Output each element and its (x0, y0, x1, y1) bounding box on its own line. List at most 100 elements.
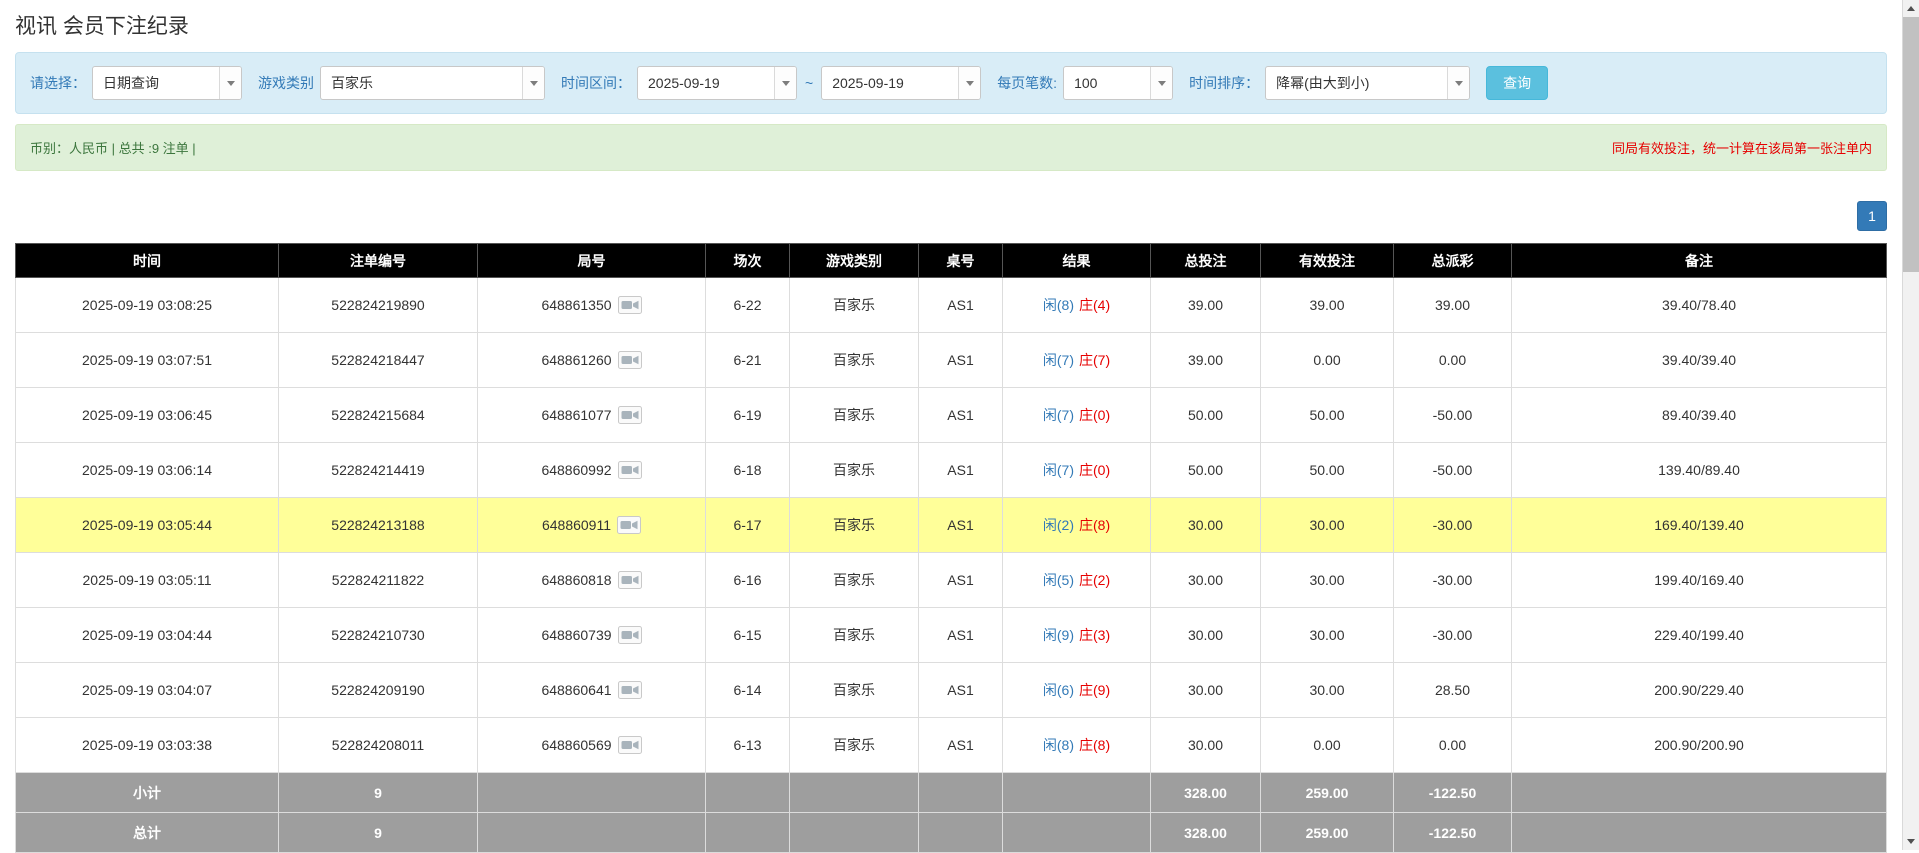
cell-valid-bet: 30.00 (1260, 662, 1394, 718)
cell-game-type: 百家乐 (789, 607, 919, 663)
cell-payout: -30.00 (1393, 607, 1512, 663)
cell-total-bet[interactable]: 39.00 (1150, 277, 1261, 333)
page-size-value[interactable]: 100 (1064, 67, 1150, 99)
cell-total-bet[interactable]: 30.00 (1150, 497, 1261, 553)
cell-round: 648861260 (477, 332, 706, 388)
cell-bet-id: 522824208011 (278, 717, 478, 773)
col-header-session: 场次 (705, 243, 790, 278)
page-size-select[interactable]: 100 (1063, 66, 1174, 100)
cell-payout: 28.50 (1393, 662, 1512, 718)
cell-note: 199.40/169.40 (1511, 552, 1887, 608)
cell-total-bet[interactable]: 50.00 (1150, 387, 1261, 443)
cell-session: 6-15 (705, 607, 790, 663)
chevron-down-icon[interactable] (958, 67, 981, 99)
cell-total-bet[interactable]: 50.00 (1150, 442, 1261, 498)
table-row: 2025-09-19 03:03:38 522824208011 6488605… (15, 717, 1887, 773)
round-number: 648861077 (541, 407, 612, 423)
cell-result: 闲(5) 庄(2) (1002, 552, 1151, 608)
chevron-down-icon[interactable] (1447, 67, 1470, 99)
cell-payout: 39.00 (1393, 277, 1512, 333)
subtotal-valid-bet: 259.00 (1260, 772, 1394, 813)
cell-payout: 0.00 (1393, 332, 1512, 388)
table-header-row: 时间 注单编号 局号 场次 游戏类别 桌号 结果 总投注 有效投注 总派彩 备注 (15, 243, 1887, 278)
scrollbar-thumb[interactable] (1903, 17, 1919, 272)
table-row: 2025-09-19 03:07:51 522824218447 6488612… (15, 332, 1887, 388)
chevron-down-icon[interactable] (1150, 67, 1173, 99)
subtotal-label: 小计 (15, 772, 279, 813)
cell-total-bet[interactable]: 30.00 (1150, 552, 1261, 608)
cell-session: 6-14 (705, 662, 790, 718)
cell-valid-bet: 30.00 (1260, 607, 1394, 663)
sort-order-select[interactable]: 降幂(由大到小) (1265, 66, 1471, 100)
video-camera-icon[interactable] (617, 736, 642, 754)
result-banker: 庄(2) (1079, 572, 1111, 588)
cell-game-type: 百家乐 (789, 332, 919, 388)
date-to-select[interactable]: 2025-09-19 (821, 66, 982, 100)
round-number: 648860992 (541, 462, 612, 478)
cell-result: 闲(9) 庄(3) (1002, 607, 1151, 663)
col-header-valid-bet: 有效投注 (1260, 243, 1394, 278)
col-header-round: 局号 (477, 243, 706, 278)
cell-round: 648860641 (477, 662, 706, 718)
video-camera-icon[interactable] (617, 461, 642, 479)
cell-total-bet[interactable]: 30.00 (1150, 717, 1261, 773)
cell-payout: -50.00 (1393, 442, 1512, 498)
cell-table: AS1 (918, 552, 1003, 608)
video-camera-icon[interactable] (617, 351, 642, 369)
video-camera-icon[interactable] (617, 516, 642, 534)
video-camera-icon[interactable] (617, 626, 642, 644)
subtotal-payout: -122.50 (1393, 772, 1512, 813)
page-button-1[interactable]: 1 (1857, 201, 1887, 231)
video-camera-icon[interactable] (617, 296, 642, 314)
query-type-value[interactable]: 日期查询 (93, 67, 219, 99)
page-title: 视讯 会员下注纪录 (15, 15, 189, 38)
round-number: 648860569 (541, 737, 612, 753)
cell-time: 2025-09-19 03:05:44 (15, 497, 279, 553)
total-payout: -122.50 (1393, 812, 1512, 853)
vertical-scrollbar[interactable] (1902, 0, 1919, 850)
round-number: 648861260 (541, 352, 612, 368)
cell-table: AS1 (918, 442, 1003, 498)
date-to-value[interactable]: 2025-09-19 (822, 67, 958, 99)
video-camera-icon[interactable] (617, 406, 642, 424)
cell-total-bet[interactable]: 39.00 (1150, 332, 1261, 388)
cell-session: 6-22 (705, 277, 790, 333)
date-from-select[interactable]: 2025-09-19 (637, 66, 797, 100)
page-size-label: 每页笔数: (997, 75, 1058, 91)
video-camera-icon[interactable] (617, 681, 642, 699)
sort-order-value[interactable]: 降幂(由大到小) (1266, 67, 1447, 99)
game-type-label: 游戏类别 (258, 75, 314, 91)
col-header-result: 结果 (1002, 243, 1151, 278)
cell-round: 648860992 (477, 442, 706, 498)
chevron-down-icon[interactable] (522, 67, 544, 99)
date-from-value[interactable]: 2025-09-19 (638, 67, 774, 99)
total-label: 总计 (15, 812, 279, 853)
cell-total-bet[interactable]: 30.00 (1150, 607, 1261, 663)
video-camera-icon[interactable] (617, 571, 642, 589)
result-banker: 庄(9) (1079, 682, 1111, 698)
total-count: 9 (278, 812, 478, 853)
chevron-down-icon[interactable] (774, 67, 796, 99)
cell-time: 2025-09-19 03:06:45 (15, 387, 279, 443)
game-type-select[interactable]: 百家乐 (320, 66, 545, 100)
result-banker: 庄(0) (1079, 407, 1111, 423)
game-type-value[interactable]: 百家乐 (321, 67, 522, 99)
cell-round: 648860818 (477, 552, 706, 608)
cell-total-bet[interactable]: 30.00 (1150, 662, 1261, 718)
query-type-select[interactable]: 日期查询 (92, 66, 242, 100)
scrollbar-up-arrow-icon[interactable] (1903, 0, 1919, 17)
scrollbar-down-arrow-icon[interactable] (1903, 833, 1919, 850)
cell-table: AS1 (918, 717, 1003, 773)
cell-payout: -30.00 (1393, 552, 1512, 608)
chevron-down-icon[interactable] (219, 67, 241, 99)
cell-result: 闲(2) 庄(8) (1002, 497, 1151, 553)
cell-session: 6-13 (705, 717, 790, 773)
result-player: 闲(9) (1042, 627, 1074, 643)
col-header-note: 备注 (1511, 243, 1887, 278)
cell-time: 2025-09-19 03:06:14 (15, 442, 279, 498)
result-player: 闲(7) (1042, 352, 1074, 368)
search-button[interactable]: 查询 (1486, 66, 1549, 100)
result-player: 闲(7) (1042, 407, 1074, 423)
cell-result: 闲(7) 庄(0) (1002, 442, 1151, 498)
cell-session: 6-19 (705, 387, 790, 443)
